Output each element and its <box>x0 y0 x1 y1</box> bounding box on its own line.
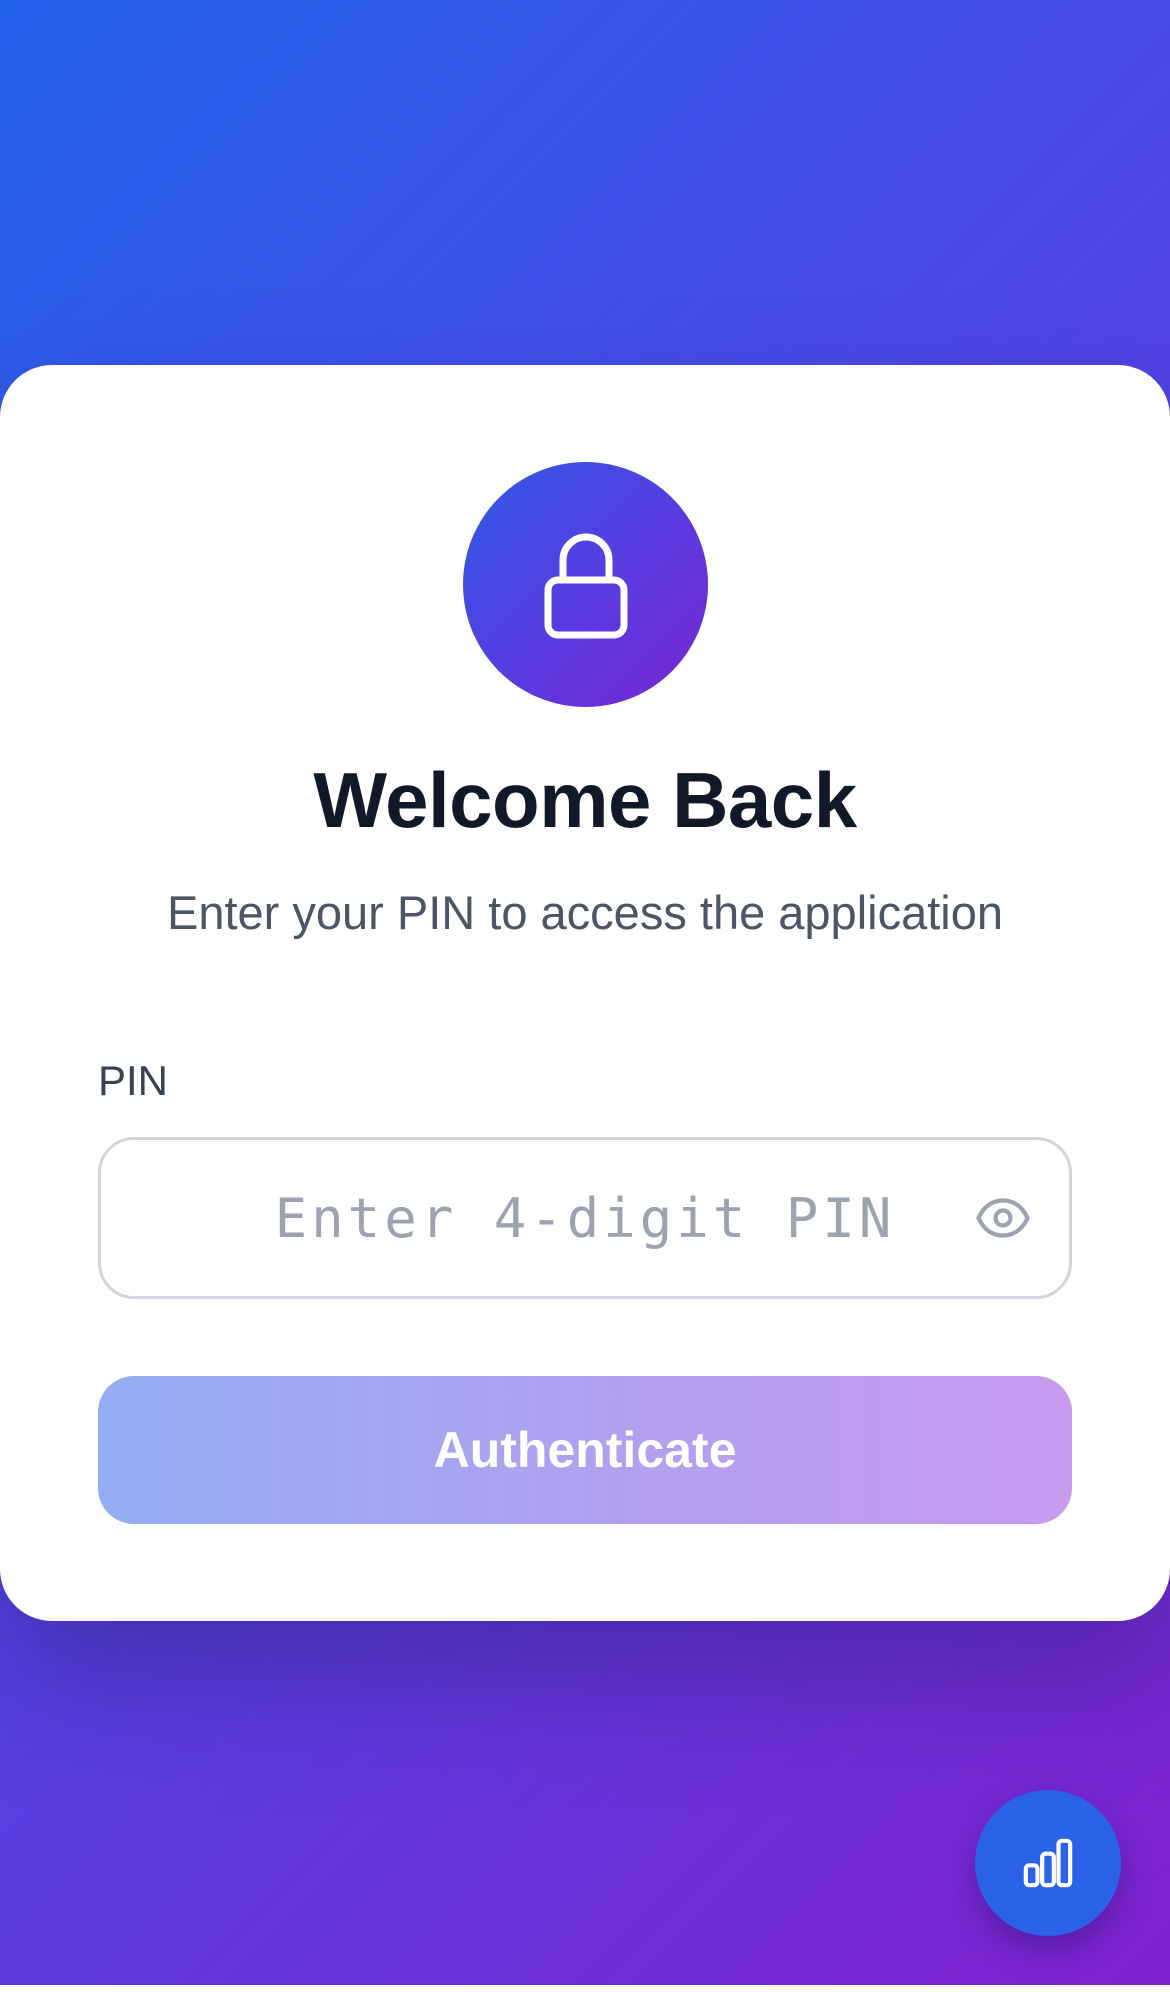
pin-field <box>98 1137 1072 1299</box>
pin-input[interactable] <box>101 1140 1069 1296</box>
show-pin-toggle[interactable] <box>973 1188 1033 1248</box>
lock-badge <box>463 462 708 707</box>
pin-label: PIN <box>98 1057 169 1104</box>
eye-icon <box>976 1198 1030 1238</box>
stats-fab-button[interactable] <box>975 1790 1121 1936</box>
page-title: Welcome Back <box>313 756 857 844</box>
login-card: Welcome Back Enter your PIN to access th… <box>0 365 1170 1621</box>
lock-icon <box>544 533 627 638</box>
bottom-edge <box>0 1985 1170 1992</box>
app-background: Welcome Back Enter your PIN to access th… <box>0 0 1170 1992</box>
authenticate-button[interactable]: Authenticate <box>98 1376 1072 1524</box>
bar-chart-icon <box>1023 1838 1073 1888</box>
page-subtitle: Enter your PIN to access the application <box>167 886 1003 939</box>
